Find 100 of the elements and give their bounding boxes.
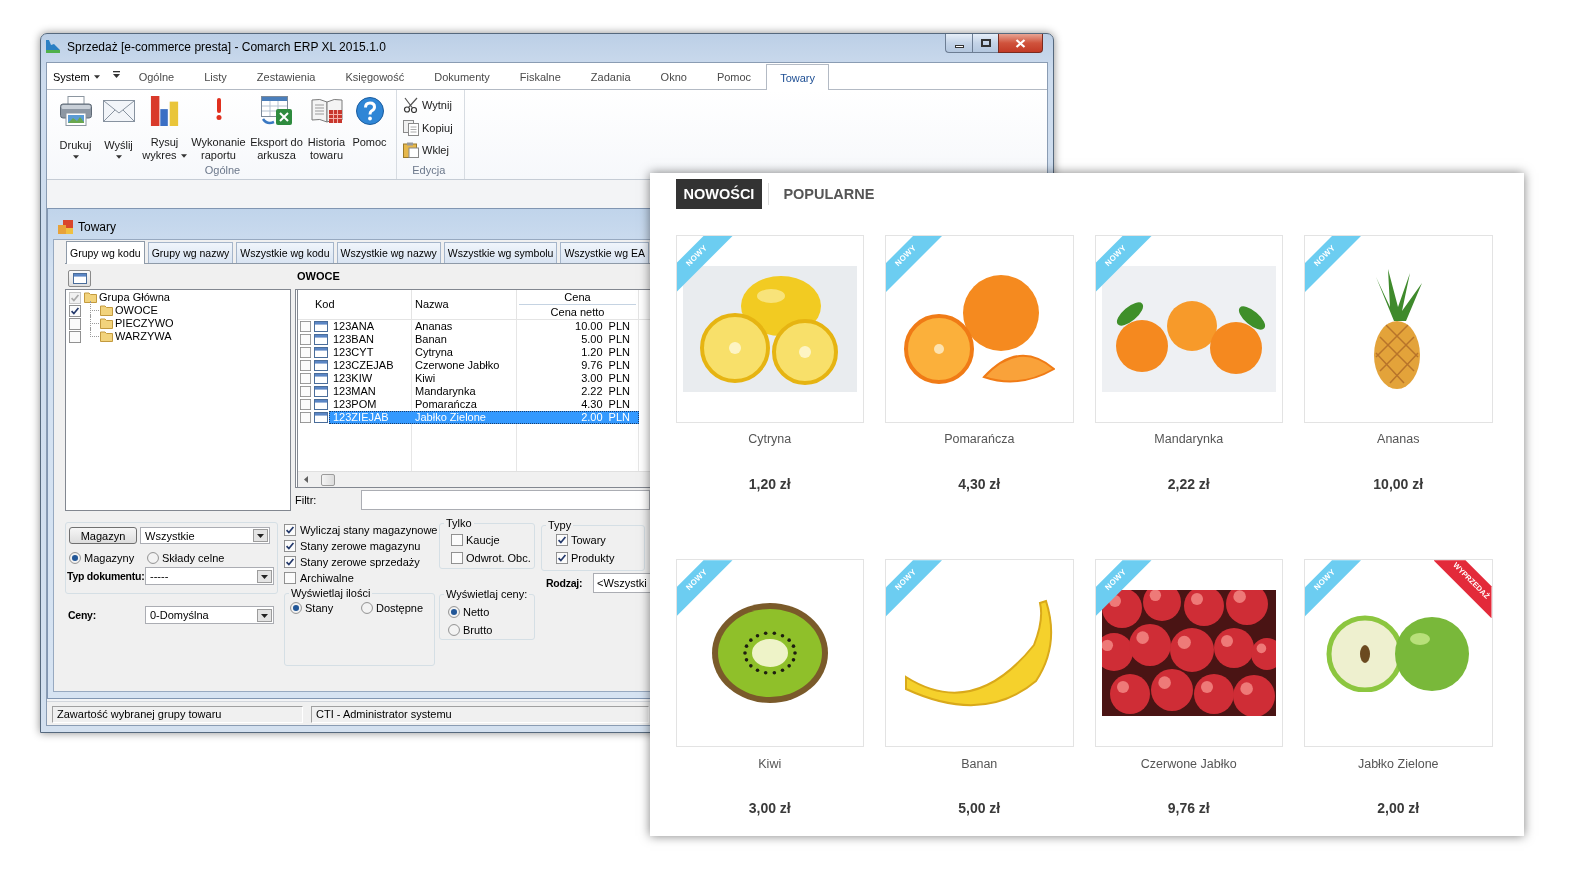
table-row[interactable]: 123CZEJAB Czerwone Jabłko 9.76 PLN	[329, 359, 639, 372]
checkbox[interactable]	[556, 534, 568, 546]
ribbon-button[interactable]: Wklej	[403, 139, 455, 162]
scrollbar-thumb[interactable]	[321, 473, 335, 486]
scrollbar[interactable]	[298, 471, 650, 487]
radio-button[interactable]	[290, 602, 302, 614]
checkbox-label[interactable]: Wyliczaj stany magazynowe	[300, 524, 438, 536]
column-header[interactable]: Cena netto	[517, 305, 638, 319]
ribbon-tab[interactable]: Towary	[766, 64, 829, 90]
minimize-button[interactable]	[945, 34, 972, 53]
dropdown[interactable]: Wszystkie	[140, 527, 270, 544]
ribbon-button[interactable]: Wyślij	[97, 90, 140, 163]
tab[interactable]: POPULARNE	[775, 179, 883, 209]
checkbox[interactable]	[300, 399, 311, 410]
checkbox[interactable]	[300, 412, 311, 423]
checkbox[interactable]	[284, 524, 296, 536]
checkbox-label[interactable]: Produkty	[571, 552, 615, 564]
radio-button[interactable]	[147, 552, 159, 564]
checkbox-label[interactable]: Stany zerowe sprzedaży	[300, 556, 420, 568]
ribbon-button[interactable]: Eksport do arkusza	[248, 90, 305, 163]
scroll-left-icon[interactable]	[304, 476, 308, 483]
radio-label[interactable]: Magazyny	[84, 552, 135, 564]
product-name[interactable]: Czerwone Jabłko	[1140, 755, 1237, 772]
product-name[interactable]: Jabłko Zielone	[1357, 755, 1439, 772]
customize-icon[interactable]	[112, 71, 120, 78]
product-name[interactable]: Ananas	[1377, 431, 1420, 448]
checkbox-label[interactable]: Stany zerowe magazynu	[300, 540, 421, 552]
ribbon-tab[interactable]: Fiskalne	[504, 64, 576, 89]
ribbon-button[interactable]: Pomoc	[348, 90, 391, 163]
checkbox[interactable]	[300, 321, 311, 332]
ribbon-button[interactable]: Drukuj	[54, 90, 97, 163]
table-row[interactable]: 123KIW Kiwi 3.00 PLN	[329, 372, 639, 385]
checkbox-label[interactable]: Odwrot. Obc.	[466, 552, 531, 564]
ribbon-button[interactable]: Kopiuj	[403, 116, 455, 140]
product-name[interactable]: Kiwi	[758, 755, 782, 772]
table-cell-text: Ananas	[414, 320, 454, 333]
table-row[interactable]: 123MAN Mandarynka 2.22 PLN	[329, 385, 639, 398]
form-icon	[314, 412, 328, 423]
filter-field[interactable]	[361, 490, 650, 510]
column-header[interactable]: Kod	[298, 290, 412, 319]
column-header[interactable]: Nazwa	[412, 290, 517, 319]
checkbox-label[interactable]: Archiwalne	[300, 572, 354, 584]
ribbon-tab[interactable]: Pomoc	[701, 64, 767, 89]
table-row[interactable]: 123ANA Ananas 10.00 PLN	[329, 320, 639, 333]
product-name[interactable]: Banan	[961, 755, 998, 772]
ribbon-tab[interactable]: Ogólne	[123, 64, 190, 89]
close-button[interactable]	[998, 34, 1043, 53]
checkbox[interactable]	[556, 552, 568, 564]
ribbon-button[interactable]: Historia towaru	[305, 90, 348, 163]
kind-field[interactable]: <Wszystki	[593, 573, 650, 593]
radio-label[interactable]: Brutto	[463, 624, 493, 636]
radio-label[interactable]: Składy celne	[162, 552, 225, 564]
warehouse-button[interactable]: Magazyn	[69, 527, 137, 544]
product-name[interactable]: Cytryna	[748, 431, 792, 448]
product-name[interactable]: Mandarynka	[1154, 431, 1224, 448]
tab[interactable]: Wszystkie wg nazwy	[336, 242, 441, 263]
ribbon-button[interactable]: Rysuj wykres	[140, 90, 189, 163]
checkbox[interactable]	[300, 347, 311, 358]
table-row[interactable]: 123POM Pomarańcza 4.30 PLN	[329, 398, 639, 411]
tab[interactable]: Wszystkie wg symbolu	[443, 242, 558, 263]
ribbon-tab[interactable]: Okno	[645, 64, 702, 89]
checkbox[interactable]	[284, 540, 296, 552]
checkbox-label[interactable]: Kaucje	[466, 534, 500, 546]
ribbon-tab[interactable]: Zadania	[575, 64, 646, 89]
table-row[interactable]: 123BAN Banan 5.00 PLN	[329, 333, 639, 346]
radio-label[interactable]: Dostępne	[376, 602, 424, 614]
radio-button[interactable]	[361, 602, 373, 614]
maximize-button[interactable]	[972, 34, 998, 53]
dropdown[interactable]: 0-Domyślna	[145, 606, 274, 624]
checkbox[interactable]	[300, 386, 311, 397]
tab[interactable]: Wszystkie wg kodu	[236, 242, 334, 263]
checkbox[interactable]	[300, 334, 311, 345]
checkbox-label[interactable]: Towary	[571, 534, 606, 546]
product-name[interactable]: Pomarańcza	[944, 431, 1015, 448]
column-header[interactable]: Cena	[519, 290, 636, 305]
ribbon-tab[interactable]: Księgowość	[330, 64, 420, 89]
tab[interactable]: Wszystkie wg EA	[560, 242, 649, 263]
ribbon-button[interactable]: Wykonanie raportu	[189, 90, 248, 163]
checkbox[interactable]	[284, 572, 296, 584]
checkbox[interactable]	[300, 373, 311, 384]
radio-button[interactable]	[448, 624, 460, 636]
system-menu[interactable]: System	[53, 64, 100, 89]
ribbon-tab[interactable]: Listy	[189, 64, 242, 89]
tab[interactable]: NOWOŚCI	[675, 179, 763, 209]
ribbon-button[interactable]: Wytnij	[403, 94, 455, 117]
checkbox[interactable]	[451, 534, 463, 546]
radio-button[interactable]	[69, 552, 81, 564]
radio-label[interactable]: Netto	[463, 606, 490, 618]
checkbox[interactable]	[284, 556, 296, 568]
radio-label[interactable]: Stany	[305, 602, 334, 614]
tab[interactable]: Grupy wg kodu	[66, 241, 145, 264]
tab[interactable]: Grupy wg nazwy	[147, 242, 234, 263]
ribbon-tab[interactable]: Dokumenty	[419, 64, 505, 89]
checkbox[interactable]	[451, 552, 463, 564]
table-row[interactable]: 123CYT Cytryna 1.20 PLN	[329, 346, 639, 359]
radio-button[interactable]	[448, 606, 460, 618]
ribbon-tab[interactable]: Zestawienia	[241, 64, 331, 89]
dropdown[interactable]: -----	[145, 567, 274, 585]
window-button[interactable]	[68, 270, 91, 287]
checkbox[interactable]	[300, 360, 311, 371]
